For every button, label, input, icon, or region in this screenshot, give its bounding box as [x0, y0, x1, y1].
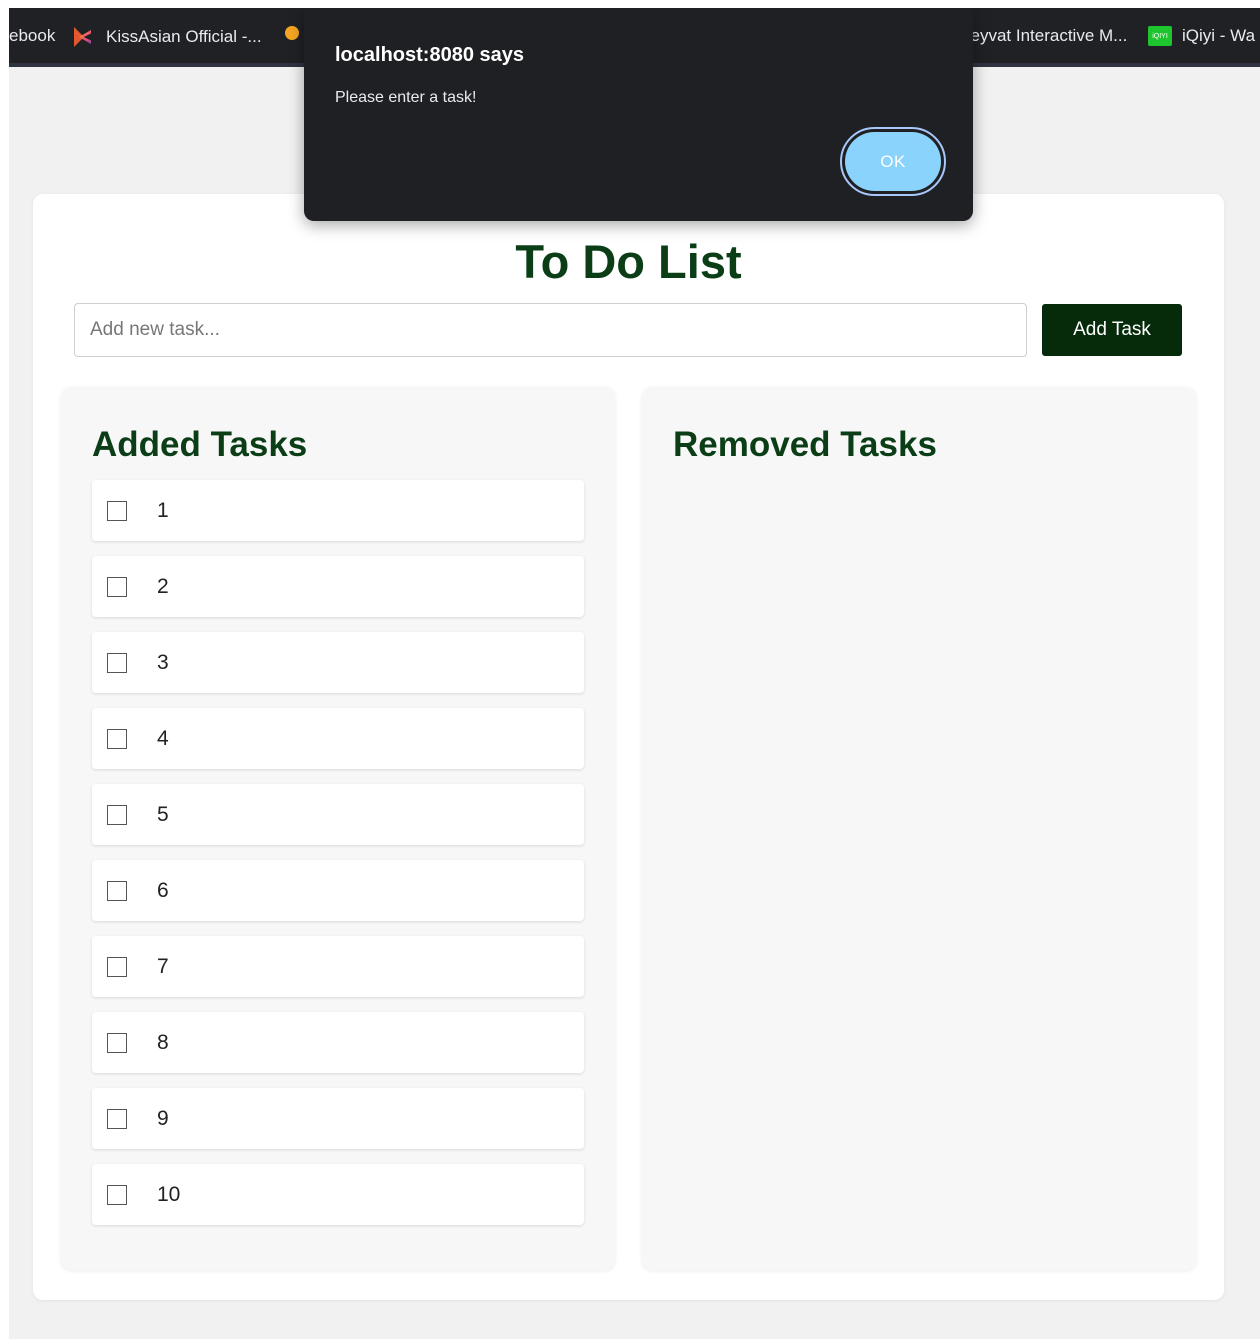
- bookmark-label: KissAsian Official -...: [106, 27, 262, 46]
- bookmark-kissasian[interactable]: KissAsian Official -...: [72, 26, 262, 48]
- task-text: 3: [157, 650, 169, 674]
- task-checkbox[interactable]: [107, 880, 127, 901]
- dialog-message: Please enter a task!: [335, 89, 477, 106]
- task-text: 9: [157, 1106, 169, 1130]
- added-tasks-heading: Added Tasks: [92, 425, 308, 464]
- removed-tasks-heading: Removed Tasks: [673, 425, 937, 464]
- task-checkbox[interactable]: [107, 500, 127, 521]
- task-checkbox[interactable]: [107, 1032, 127, 1053]
- bookmark-label: ebook: [9, 26, 56, 45]
- bookmark-favicon-icon: [285, 26, 299, 40]
- task-item: 4: [92, 708, 584, 769]
- task-item: 1: [92, 480, 584, 541]
- task-item: 7: [92, 936, 584, 997]
- added-task-list: 1 2 3 4 5 6 7 8 9 10: [92, 480, 584, 1240]
- bookmark-label: iQiyi - Wa: [1182, 26, 1256, 45]
- bookmark-partial[interactable]: [285, 26, 299, 40]
- browser-viewport: ebook KissAsian Official -... Teyvat Int…: [9, 8, 1260, 1339]
- added-tasks-panel: Added Tasks 1 2 3 4 5 6 7 8 9 10: [61, 387, 615, 1270]
- kissasian-icon: [72, 26, 94, 48]
- todo-app-card: To Do List Add Task Added Tasks 1 2 3: [33, 194, 1224, 1300]
- task-text: 5: [157, 802, 169, 826]
- task-text: 10: [157, 1182, 181, 1206]
- removed-tasks-panel: Removed Tasks: [642, 387, 1196, 1270]
- page-title: To Do List: [515, 235, 742, 288]
- task-checkbox[interactable]: [107, 1108, 127, 1129]
- dialog-title: localhost:8080 says: [335, 44, 524, 66]
- task-item: 6: [92, 860, 584, 921]
- task-text: 7: [157, 954, 169, 978]
- task-checkbox[interactable]: [107, 1184, 127, 1205]
- task-item: 2: [92, 556, 584, 617]
- ok-button[interactable]: OK: [840, 127, 946, 196]
- bookmark-facebook[interactable]: ebook: [9, 26, 55, 46]
- task-checkbox[interactable]: [107, 728, 127, 749]
- new-task-input[interactable]: [74, 303, 1027, 357]
- task-item: 3: [92, 632, 584, 693]
- iqiyi-icon: iQIYI: [1148, 26, 1172, 46]
- task-text: 8: [157, 1030, 169, 1054]
- bookmark-label: Teyvat Interactive M...: [962, 26, 1128, 45]
- task-item: 10: [92, 1164, 584, 1225]
- task-text: 6: [157, 878, 169, 902]
- task-text: 1: [157, 498, 169, 522]
- task-item: 9: [92, 1088, 584, 1149]
- task-text: 4: [157, 726, 169, 750]
- task-checkbox[interactable]: [107, 652, 127, 673]
- task-item: 5: [92, 784, 584, 845]
- task-checkbox[interactable]: [107, 956, 127, 977]
- task-item: 8: [92, 1012, 584, 1073]
- bookmark-teyvat[interactable]: Teyvat Interactive M...: [962, 26, 1127, 46]
- add-task-button[interactable]: Add Task: [1042, 304, 1182, 356]
- bookmark-iqiyi[interactable]: iQIYI iQiyi - Wa: [1148, 26, 1255, 46]
- task-checkbox[interactable]: [107, 804, 127, 825]
- task-text: 2: [157, 574, 169, 598]
- task-checkbox[interactable]: [107, 576, 127, 597]
- ok-button-label: OK: [845, 132, 941, 191]
- alert-dialog: localhost:8080 says Please enter a task!…: [304, 8, 973, 221]
